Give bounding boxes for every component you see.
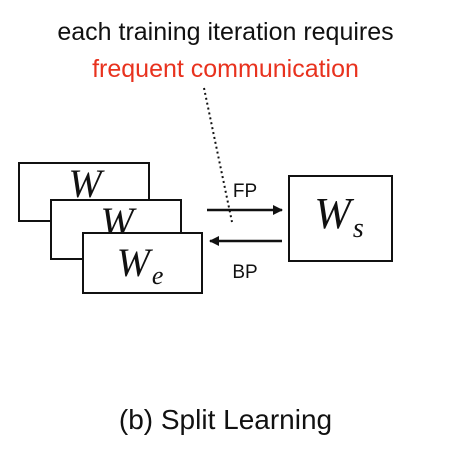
annotation-pointer-line <box>203 87 233 223</box>
figure-caption: (b) Split Learning <box>118 404 333 435</box>
forward-pass-label: FP <box>233 181 257 202</box>
server-model-box: Ws <box>288 175 393 262</box>
backward-pass-label: BP <box>232 262 257 283</box>
diagram-canvas: W W We Ws FP BP <box>18 87 393 294</box>
client-model-box-front: We <box>82 232 203 294</box>
split-learning-figure: each training iteration requires frequen… <box>0 0 451 461</box>
